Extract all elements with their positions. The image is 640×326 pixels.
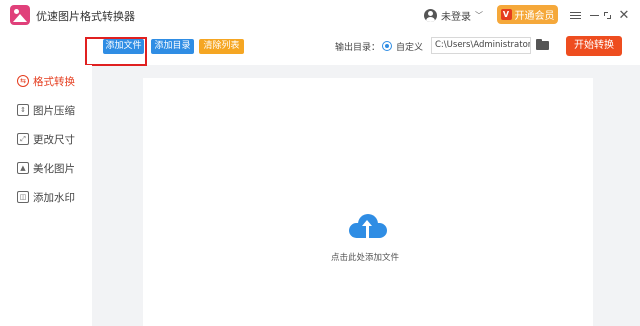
vip-button[interactable]: V 开通会员 bbox=[497, 5, 558, 24]
output-dir-label: 输出目录： bbox=[335, 43, 381, 53]
sidebar-item-beautify[interactable]: ▲ 美化图片 bbox=[17, 161, 75, 175]
start-convert-button[interactable]: 开始转换 bbox=[566, 36, 622, 56]
chevron-down-icon: ﹀ bbox=[475, 10, 483, 20]
sidebar-item-label: 图片压缩 bbox=[33, 104, 75, 117]
vip-label: 开通会员 bbox=[514, 11, 555, 22]
app-title: 优速图片格式转换器 bbox=[36, 10, 135, 23]
sidebar-item-format-convert[interactable]: ⇆ 格式转换 bbox=[17, 74, 75, 88]
login-label: 未登录 bbox=[441, 11, 471, 23]
sidebar-item-label: 美化图片 bbox=[33, 162, 75, 175]
custom-output-radio[interactable] bbox=[382, 41, 392, 51]
watermark-icon: ◫ bbox=[17, 191, 29, 203]
vip-icon: V bbox=[500, 9, 512, 20]
cloud-upload-icon[interactable] bbox=[349, 212, 387, 242]
sidebar-item-label: 添加水印 bbox=[33, 191, 75, 204]
close-icon[interactable]: ✕ bbox=[614, 5, 634, 25]
menu-icon[interactable] bbox=[565, 5, 585, 25]
compress-icon: ⇕ bbox=[17, 104, 29, 116]
app-logo-icon bbox=[10, 5, 30, 25]
sidebar-item-resize[interactable]: ⤢ 更改尺寸 bbox=[17, 132, 75, 146]
sidebar-item-label: 格式转换 bbox=[33, 75, 75, 88]
file-drop-area[interactable] bbox=[143, 78, 593, 326]
user-icon bbox=[424, 8, 437, 22]
folder-icon[interactable] bbox=[536, 39, 549, 50]
beautify-icon: ▲ bbox=[17, 162, 29, 174]
login-menu[interactable]: 未登录 ﹀ bbox=[424, 7, 483, 23]
title-bar: 优速图片格式转换器 未登录 ﹀ V 开通会员 ✕ bbox=[0, 0, 640, 30]
output-path-field[interactable]: C:\Users\Administrator\ bbox=[431, 37, 531, 54]
sidebar-item-watermark[interactable]: ◫ 添加水印 bbox=[17, 190, 75, 204]
add-directory-button[interactable]: 添加目录 bbox=[151, 39, 194, 54]
sidebar-item-label: 更改尺寸 bbox=[33, 133, 75, 146]
clear-list-button[interactable]: 清除列表 bbox=[199, 39, 244, 54]
drop-hint-text[interactable]: 点击此处添加文件 bbox=[331, 251, 399, 263]
convert-icon: ⇆ bbox=[17, 75, 29, 87]
resize-icon: ⤢ bbox=[17, 133, 29, 145]
sidebar-item-compress[interactable]: ⇕ 图片压缩 bbox=[17, 103, 75, 117]
highlight-annotation bbox=[85, 37, 147, 66]
custom-output-label[interactable]: 自定义 bbox=[396, 40, 423, 53]
